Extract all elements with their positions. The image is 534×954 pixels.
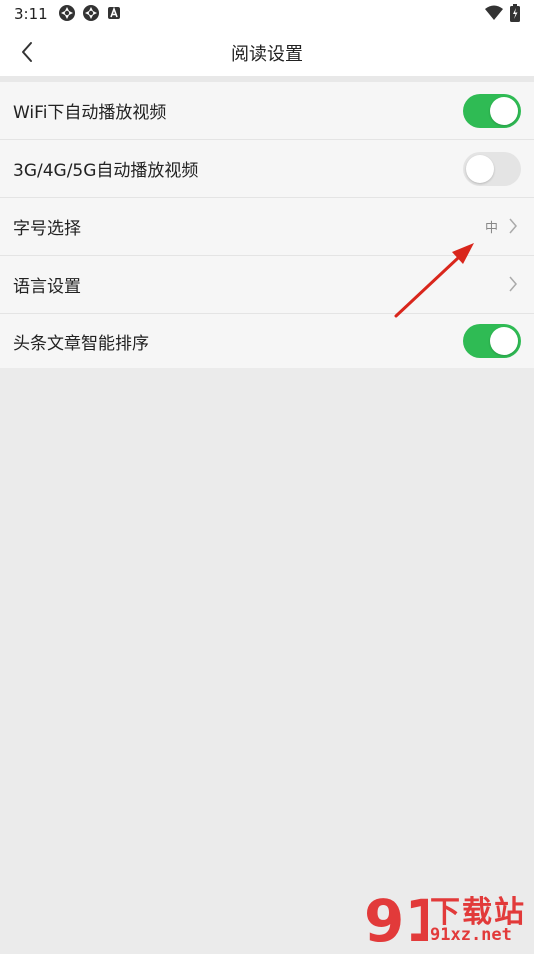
setting-row-smart-sort[interactable]: 头条文章智能排序 (0, 314, 534, 368)
status-bar: 3:11 (0, 0, 534, 28)
setting-label: WiFi下自动播放视频 (13, 103, 167, 123)
setting-label: 头条文章智能排序 (13, 333, 149, 354)
mobile-autoplay-toggle[interactable] (463, 151, 521, 186)
watermark-logo: 91 (364, 887, 445, 954)
smart-sort-toggle[interactable] (463, 324, 521, 358)
font-size-value: 中 (484, 221, 498, 236)
setting-row-wifi-autoplay[interactable]: WiFi下自动播放视频 (0, 82, 534, 140)
status-notification-icons (58, 4, 122, 26)
watermark: 91 下载站 91xz.net (362, 885, 534, 954)
setting-label: 3G/4G/5G自动播放视频 (13, 161, 199, 181)
shutter-icon (58, 4, 76, 26)
setting-row-font-size[interactable]: 字号选择 中 (0, 198, 534, 256)
app-bar: 阅读设置 (0, 28, 534, 76)
page-title: 阅读设置 (231, 44, 303, 65)
toggle-knob (466, 154, 494, 183)
watermark-line2: 91xz.net (430, 925, 512, 945)
setting-label: 语言设置 (13, 277, 81, 297)
settings-list: WiFi下自动播放视频 3G/4G/5G自动播放视频 字号选择 中 语言设置 头… (0, 82, 534, 368)
watermark-logo-text: 91 (364, 887, 428, 950)
shutter-icon (82, 4, 100, 26)
status-system-icons (484, 4, 520, 26)
battery-charging-icon (510, 4, 520, 26)
status-time: 3:11 (14, 5, 48, 23)
setting-label: 字号选择 (13, 219, 81, 239)
toggle-knob (490, 96, 518, 125)
setting-row-language[interactable]: 语言设置 (0, 256, 534, 314)
wifi-icon (484, 4, 504, 26)
chevron-right-icon (509, 218, 517, 234)
a-badge-icon (106, 5, 122, 25)
wifi-autoplay-toggle[interactable] (463, 93, 521, 128)
toggle-knob (490, 327, 518, 355)
chevron-right-icon (509, 276, 517, 292)
setting-row-mobile-autoplay[interactable]: 3G/4G/5G自动播放视频 (0, 140, 534, 198)
